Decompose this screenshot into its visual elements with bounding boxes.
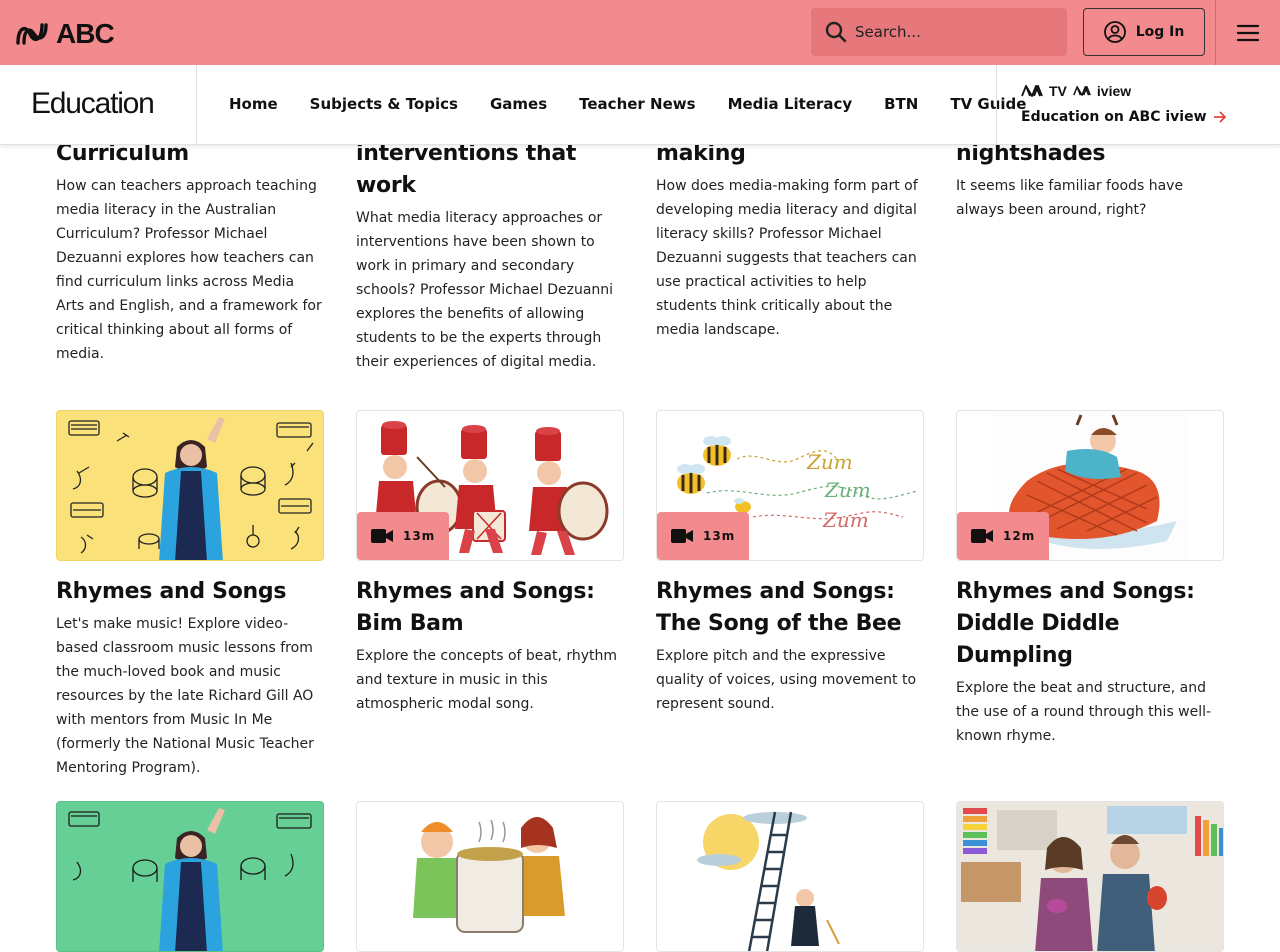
card-description: How can teachers approach teaching media… [56,178,322,362]
card-title[interactable]: Rhymes and Songs: Bim Bam [356,576,624,640]
arrow-right-icon [1213,111,1226,123]
card-media-interventions[interactable]: interventions that work What media liter… [356,138,624,374]
thumbnail-rhymes-and-songs-green[interactable] [56,801,324,952]
card-diddle-dumpling[interactable]: Rhymes and Songs: Diddle Diddle Dumpling… [956,576,1224,748]
card-song-of-the-bee[interactable]: Rhymes and Songs: The Song of the Bee Ex… [656,576,924,716]
video-camera-icon [971,529,993,543]
thumbnail-classroom-photo[interactable] [956,801,1224,952]
zum-text-yellow: Zum [806,450,853,474]
duration-badge: 13m [657,512,750,560]
nav-tv-guide[interactable]: TV Guide [950,95,1026,113]
nav-games[interactable]: Games [490,95,547,113]
menu-button[interactable] [1230,20,1266,46]
rhymes-presenter-illustration [68,417,314,560]
nav-divider [996,65,997,145]
rhymes-presenter-illustration-green [68,808,312,951]
login-button[interactable]: Log In [1083,8,1205,56]
login-label[interactable]: Log In [1136,24,1185,40]
hamburger-menu-icon [1236,24,1260,42]
zum-text-green: Zum [824,478,871,502]
iview-logo-tv: TV [1049,83,1067,99]
abc-mark-icon [1021,85,1043,97]
card-title[interactable]: Rhymes and Songs: The Song of the Bee [656,576,924,640]
card-rhymes-and-songs[interactable]: Rhymes and Songs Let's make music! Explo… [56,576,324,780]
iview-logos: TV iview [1021,83,1227,99]
education-subnav: Education Home Subjects & Topics Games T… [0,65,1280,145]
card-bim-bam[interactable]: Rhymes and Songs: Bim Bam Explore the co… [356,576,624,716]
card-title[interactable]: interventions that work [356,138,624,202]
card-description: Explore pitch and the expressive quality… [656,648,917,712]
card-description: Let's make music! Explore video-based cl… [56,616,314,776]
card-media-making[interactable]: making How does media-making form part o… [656,138,924,342]
card-title[interactable]: Rhymes and Songs: Diddle Diddle Dumpling [956,576,1224,672]
card-description: What media literacy approaches or interv… [356,210,614,370]
abc-logo[interactable]: ABC [16,18,115,50]
abc-mark-icon [1073,86,1091,96]
iview-link[interactable]: Education on ABC iview [1021,109,1227,125]
thumbnail-bim-bam[interactable]: 13m [356,410,624,561]
duration-label: 13m [703,529,736,543]
user-icon [1103,21,1126,43]
section-title[interactable]: Education [31,87,155,121]
abc-topbar: ABC Log In [0,0,1280,65]
card-nightshades[interactable]: nightshades It seems like familiar foods… [956,138,1224,222]
thumbnail-diddle-dumpling[interactable]: 12m [956,410,1224,561]
children-cooking-illustration [413,817,565,933]
topbar-divider [1215,0,1216,65]
nav-divider [196,65,197,145]
abc-logo-icon [16,23,48,45]
card-title[interactable]: Rhymes and Songs [56,576,324,608]
thumbnail-rhymes-and-songs[interactable] [56,410,324,561]
nav-subjects-topics[interactable]: Subjects & Topics [310,95,458,113]
duration-badge: 13m [357,512,450,560]
thumbnail-song-of-the-bee[interactable]: Zum Zum Zum 13m [656,410,924,561]
nav-teacher-news[interactable]: Teacher News [579,95,695,113]
zum-text-red: Zum [822,508,869,532]
thumbnail-moon-ladder[interactable] [656,801,924,952]
iview-link-label[interactable]: Education on ABC iview [1021,109,1207,125]
iview-promo[interactable]: TV iview Education on ABC iview [1021,83,1227,125]
search-input[interactable] [855,23,1045,41]
duration-label: 12m [1003,529,1036,543]
section-nav: Home Subjects & Topics Games Teacher New… [229,95,1058,113]
card-description: Explore the concepts of beat, rhythm and… [356,648,618,712]
thumbnail-pot-children[interactable] [356,801,624,952]
search-icon [825,21,847,43]
nav-media-literacy[interactable]: Media Literacy [728,95,853,113]
iview-logo-iview: iview [1096,83,1132,99]
search-box[interactable] [811,8,1067,56]
moon-ladder-illustration [697,811,840,951]
video-camera-icon [671,529,693,543]
classroom-photo [957,802,1223,951]
nav-home[interactable]: Home [229,95,278,113]
duration-label: 13m [403,529,436,543]
card-description: Explore the beat and structure, and the … [956,680,1212,744]
nav-btn[interactable]: BTN [884,95,918,113]
card-description: It seems like familiar foods have always… [956,178,1184,218]
duration-badge: 12m [957,512,1050,560]
abc-logo-text: ABC [56,18,115,49]
card-media-curriculum[interactable]: Curriculum How can teachers approach tea… [56,138,324,366]
video-camera-icon [371,529,393,543]
card-description: How does media-making form part of devel… [656,178,918,338]
